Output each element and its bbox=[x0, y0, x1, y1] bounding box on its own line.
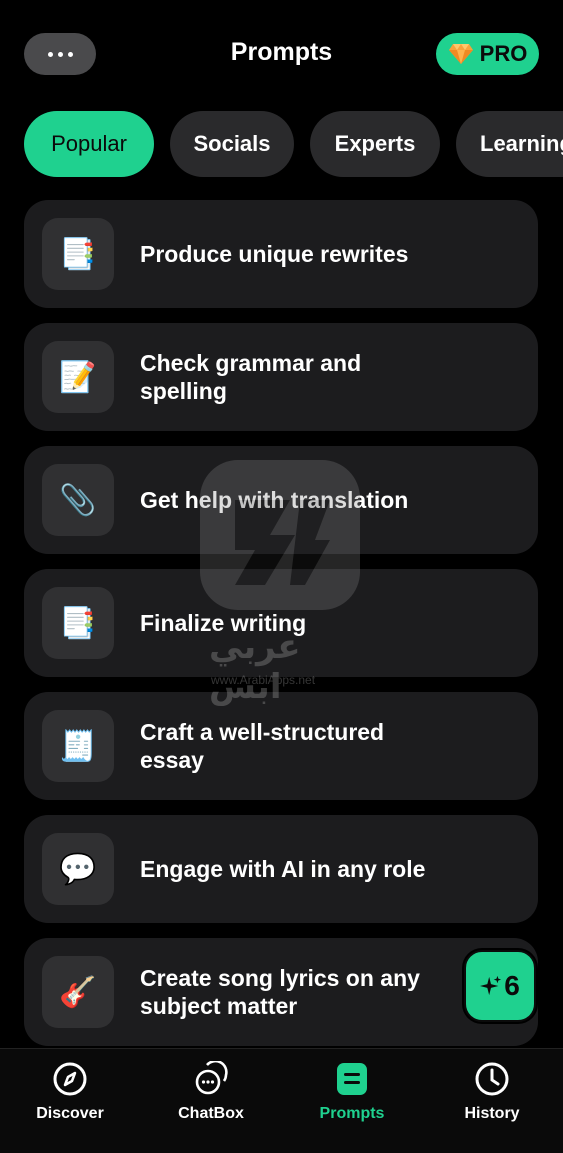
prompt-label: Engage with AI in any role bbox=[140, 856, 426, 882]
pro-label: PRO bbox=[479, 41, 528, 66]
prompt-label: Finalize writing bbox=[140, 610, 307, 636]
document-icon: 📑 bbox=[42, 587, 114, 659]
guitar-icon: 🎸 bbox=[42, 956, 114, 1028]
tab-socials[interactable]: Socials bbox=[170, 111, 294, 177]
bottom-nav: Discover ChatBox Prompts History bbox=[0, 1048, 563, 1153]
prompt-card[interactable]: 📎 Get help with translation bbox=[24, 446, 538, 554]
tab-label: Socials bbox=[193, 131, 271, 156]
prompt-emoji: 💬 bbox=[59, 852, 97, 886]
nav-discover[interactable]: Discover bbox=[10, 1061, 130, 1123]
prompt-emoji: 📎 bbox=[59, 483, 97, 517]
tab-experts[interactable]: Experts bbox=[310, 111, 440, 177]
tab-learning[interactable]: Learning bbox=[456, 111, 563, 177]
prompt-card[interactable]: 📑 Produce unique rewrites bbox=[24, 200, 538, 308]
prompt-emoji: 🧾 bbox=[59, 729, 97, 763]
nav-history[interactable]: History bbox=[432, 1061, 552, 1123]
tab-label: Experts bbox=[334, 131, 416, 156]
credits-button[interactable]: 6 bbox=[464, 950, 536, 1022]
prompt-card[interactable]: 📝 Check grammar and spelling bbox=[24, 323, 538, 431]
prompts-icon bbox=[337, 1063, 367, 1095]
prompt-card[interactable]: 🎸 Create song lyrics on any subject matt… bbox=[24, 938, 538, 1046]
nav-chatbox[interactable]: ChatBox bbox=[151, 1061, 271, 1123]
speech-bubble-icon: 💬 bbox=[42, 833, 114, 905]
compass-icon bbox=[53, 1062, 87, 1096]
nav-label: Prompts bbox=[319, 1105, 385, 1122]
prompt-emoji: 📑 bbox=[59, 606, 97, 640]
nav-prompts[interactable]: Prompts bbox=[292, 1061, 412, 1123]
prompt-emoji: 📑 bbox=[59, 237, 97, 271]
prompt-label: Produce unique rewrites bbox=[140, 241, 409, 267]
nav-label: Discover bbox=[36, 1105, 104, 1122]
prompt-label: Get help with translation bbox=[140, 487, 409, 513]
diamond-icon bbox=[448, 44, 473, 64]
nav-label: ChatBox bbox=[178, 1105, 244, 1122]
prompts-screen: Prompts PRO Popular Socials Experts Lear… bbox=[0, 0, 563, 1153]
prompt-emoji: 📝 bbox=[59, 360, 97, 394]
memo-icon: 📝 bbox=[42, 341, 114, 413]
prompt-card[interactable]: 📑 Finalize writing bbox=[24, 569, 538, 677]
prompt-label: Check grammar and spelling bbox=[140, 350, 362, 404]
category-tabs: Popular Socials Experts Learning bbox=[24, 111, 563, 177]
prompt-card[interactable]: 💬 Engage with AI in any role bbox=[24, 815, 538, 923]
credits-count: 6 bbox=[504, 970, 520, 1001]
paperclip-icon: 📎 bbox=[42, 464, 114, 536]
chat-bubbles-icon bbox=[195, 1061, 228, 1095]
prompt-label: Craft a well-structured essay bbox=[140, 719, 385, 773]
nav-label: History bbox=[464, 1105, 520, 1122]
sparkle-icon bbox=[480, 975, 502, 996]
prompt-card[interactable]: 🧾 Craft a well-structured essay bbox=[24, 692, 538, 800]
clock-icon bbox=[475, 1062, 509, 1096]
prompt-label: Create song lyrics on any subject matter bbox=[140, 965, 420, 1019]
tab-label: Popular bbox=[51, 131, 127, 156]
prompt-emoji: 🎸 bbox=[59, 975, 97, 1009]
tab-label: Learning bbox=[480, 131, 563, 156]
document-icon: 📑 bbox=[42, 218, 114, 290]
pro-button[interactable]: PRO bbox=[436, 33, 539, 75]
receipt-icon: 🧾 bbox=[42, 710, 114, 782]
tab-popular[interactable]: Popular bbox=[24, 111, 154, 177]
header: Prompts PRO bbox=[0, 0, 563, 100]
